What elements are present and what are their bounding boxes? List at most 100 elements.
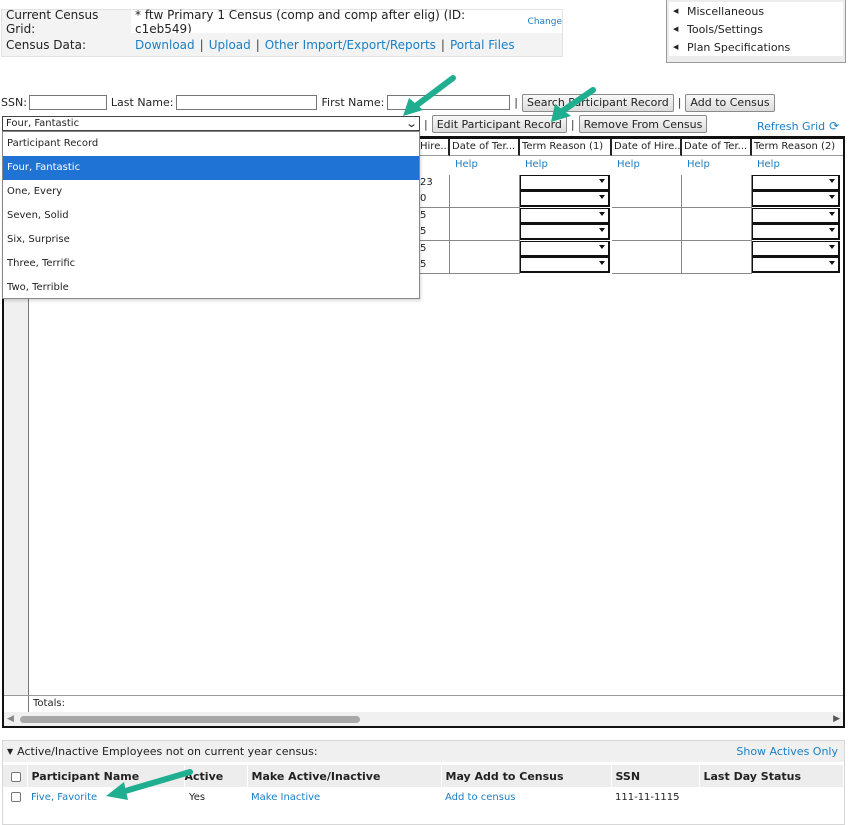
totals-row: Totals: — [4, 695, 843, 712]
grid-cell[interactable] — [450, 175, 520, 192]
ssn-input[interactable] — [28, 95, 107, 110]
hire-date-cell[interactable]: 5 — [418, 224, 450, 242]
menu-item-label: Tools/Settings — [687, 22, 763, 36]
grid-cell[interactable] — [450, 257, 520, 274]
term-reason-select[interactable] — [520, 207, 610, 224]
grid-cell[interactable] — [612, 207, 682, 225]
dropdown-arrow-icon — [829, 179, 835, 183]
term-reason-select[interactable] — [520, 224, 610, 241]
help-link[interactable]: Help — [522, 159, 548, 170]
select-all-checkbox[interactable] — [11, 771, 21, 782]
column-header-term-reason-2[interactable]: Term Reason (2) — [752, 139, 843, 156]
hire-date-cell[interactable]: 5 — [418, 240, 450, 258]
menu-item-miscellaneous[interactable]: ◀ Miscellaneous — [669, 2, 843, 20]
dropdown-option[interactable]: Four, Fantastic — [3, 156, 419, 180]
help-link[interactable]: Help — [684, 159, 710, 170]
column-header-term-reason-1[interactable]: Term Reason (1) — [520, 139, 612, 156]
menu-item-label: Miscellaneous — [687, 4, 765, 18]
add-to-census-link[interactable]: Add to census — [445, 792, 516, 803]
upload-link[interactable]: Upload — [209, 38, 251, 52]
term-reason-select[interactable] — [752, 224, 840, 241]
grid-cell[interactable] — [450, 191, 520, 209]
help-link[interactable]: Help — [754, 159, 780, 170]
hire-date-cell[interactable]: 5 — [418, 207, 450, 225]
grid-cell[interactable] — [682, 207, 752, 225]
hire-date-cell[interactable]: 0 — [418, 191, 450, 209]
grid-cell[interactable] — [612, 175, 682, 192]
menu-item-plan-specifications[interactable]: ◀ Plan Specifications — [669, 38, 843, 56]
hire-date-cell[interactable]: 5 — [418, 257, 450, 274]
caret-left-icon: ◀ — [673, 43, 679, 51]
show-actives-only-link[interactable]: Show Actives Only — [736, 745, 838, 758]
dropdown-option[interactable]: Seven, Solid — [3, 204, 419, 228]
dropdown-option[interactable]: Six, Surprise — [3, 228, 419, 252]
refresh-grid-label: Refresh Grid — [757, 119, 826, 133]
grid-cell[interactable] — [682, 224, 752, 242]
dropdown-arrow-icon — [599, 244, 605, 249]
column-header-date-of-hire-2[interactable]: Date of Hire... — [612, 139, 682, 156]
participant-select[interactable]: Four, Fantastic ⌄ — [2, 116, 420, 131]
add-to-census-button[interactable]: Add to Census — [685, 93, 775, 112]
panel-title: Active/Inactive Employees not on current… — [17, 745, 318, 758]
collapse-caret-icon[interactable]: ▼ — [7, 747, 13, 756]
column-header-date-of-term-1[interactable]: Date of Ter... — [450, 139, 520, 156]
annotation-arrow-icon — [551, 87, 596, 122]
census-data-row: Census Data: Download | Upload | Other I… — [2, 33, 562, 56]
download-link[interactable]: Download — [135, 38, 195, 52]
column-header-date-of-term-2[interactable]: Date of Ter... — [682, 139, 752, 156]
grid-cell[interactable] — [682, 257, 752, 274]
scroll-right-icon[interactable]: ▶ — [833, 714, 840, 724]
totals-label: Totals: — [33, 698, 65, 709]
census-data-label: Census Data: — [6, 37, 86, 52]
dropdown-option[interactable]: Participant Record — [3, 132, 419, 156]
scrollbar-thumb[interactable] — [20, 716, 360, 723]
dropdown-option[interactable]: One, Every — [3, 180, 419, 204]
dropdown-arrow-icon — [599, 228, 605, 233]
first-name-label: First Name: — [321, 96, 385, 109]
grid-cell[interactable] — [450, 207, 520, 225]
dropdown-option[interactable]: Two, Terrible — [3, 276, 419, 300]
grid-cell[interactable] — [682, 240, 752, 258]
dropdown-option[interactable]: Three, Terrific — [3, 252, 419, 276]
grid-cell[interactable] — [612, 191, 682, 209]
term-reason-select[interactable] — [520, 191, 610, 208]
refresh-grid-link[interactable]: Refresh Grid ⟳ — [757, 119, 839, 133]
grid-cell[interactable] — [612, 224, 682, 242]
term-reason-select[interactable] — [520, 240, 610, 257]
grid-cell[interactable] — [682, 191, 752, 209]
grid-cell[interactable] — [612, 257, 682, 274]
term-reason-select[interactable] — [752, 207, 840, 224]
portal-files-link[interactable]: Portal Files — [450, 38, 515, 52]
make-inactive-link[interactable]: Make Inactive — [251, 792, 320, 803]
column-header-hire[interactable]: Hire... — [418, 139, 450, 156]
term-reason-select[interactable] — [752, 257, 840, 273]
term-reason-select[interactable] — [520, 257, 610, 273]
change-census-link[interactable]: Change — [528, 17, 562, 27]
menu-item-tools-settings[interactable]: ◀ Tools/Settings — [669, 20, 843, 38]
scroll-left-icon[interactable]: ◀ — [7, 714, 14, 724]
last-name-input[interactable] — [176, 95, 318, 110]
horizontal-scrollbar[interactable]: ◀ ▶ — [4, 712, 843, 726]
last-name-label: Last Name: — [110, 96, 174, 109]
term-reason-select[interactable] — [752, 175, 840, 191]
menu-item-label: Plan Specifications — [687, 40, 791, 54]
census-grid-label: Current Census Grid: — [6, 7, 99, 36]
term-reason-select[interactable] — [752, 191, 840, 208]
help-link[interactable]: Help — [614, 159, 640, 170]
grid-cell[interactable] — [450, 240, 520, 258]
grid-cell[interactable] — [450, 224, 520, 242]
hire-date-cell[interactable]: 23 — [418, 175, 450, 192]
term-reason-select[interactable] — [752, 240, 840, 257]
panel-header[interactable]: ▼ Active/Inactive Employees not on curre… — [3, 741, 844, 762]
row-checkbox[interactable] — [11, 792, 21, 802]
grid-cell[interactable] — [682, 175, 752, 192]
caret-left-icon: ◀ — [673, 25, 679, 33]
term-reason-select[interactable] — [520, 175, 610, 191]
other-import-export-link[interactable]: Other Import/Export/Reports — [265, 38, 436, 52]
caret-left-icon: ◀ — [673, 7, 679, 15]
dropdown-arrow-icon — [599, 211, 605, 216]
help-link[interactable]: Help — [452, 159, 478, 170]
participant-name-link[interactable]: Five, Favorite — [31, 792, 97, 803]
grid-cell[interactable] — [612, 240, 682, 258]
last-day-status-value — [699, 787, 844, 808]
